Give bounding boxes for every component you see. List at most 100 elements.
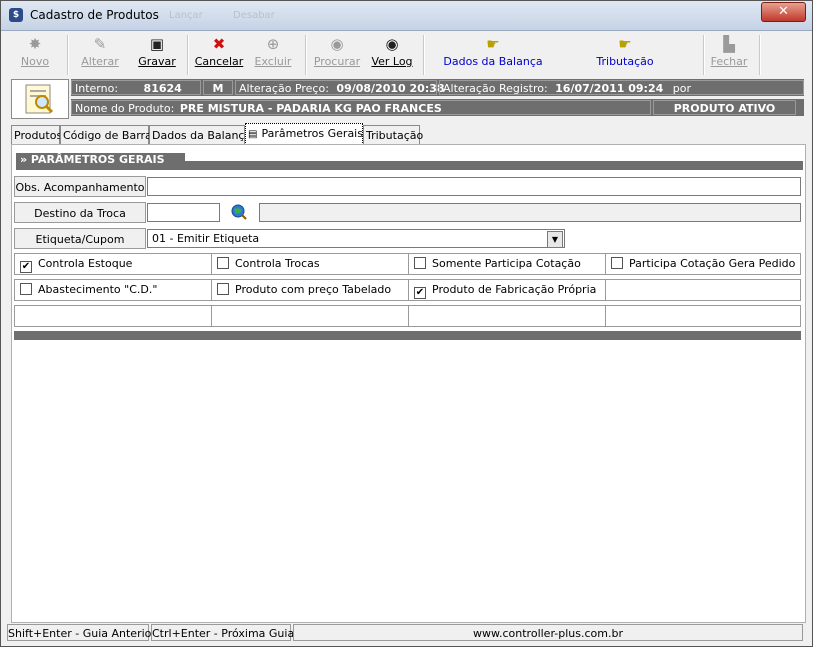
red-x-icon: ✖ bbox=[212, 35, 226, 53]
destino-troca-input[interactable] bbox=[147, 203, 220, 222]
alterar-label: Alterar bbox=[81, 55, 119, 68]
checkbox-label: Abastecimento "C.D." bbox=[38, 283, 158, 296]
star-burst-icon: ✸ bbox=[28, 35, 42, 53]
pointing-hand-icon: ☛ bbox=[618, 35, 632, 53]
tributacao-label: Tributação bbox=[596, 55, 654, 68]
excluir-button[interactable]: ⊕ Excluir bbox=[249, 33, 297, 77]
product-search-icon bbox=[11, 79, 69, 119]
empty-cell bbox=[409, 306, 606, 326]
fechar-button[interactable]: ▙ Fechar bbox=[705, 33, 753, 77]
interno-label: Interno: bbox=[75, 82, 119, 95]
checkbox-label: Controla Estoque bbox=[38, 257, 133, 270]
tab-parametros-gerais[interactable]: ▤ Parâmetros Gerais bbox=[245, 123, 363, 145]
exit-icon: ▙ bbox=[723, 35, 735, 53]
excluir-label: Excluir bbox=[254, 55, 292, 68]
gravar-button[interactable]: ▣ Gravar bbox=[131, 33, 183, 77]
prev-tab-hint: Shift+Enter - Guia Anterior bbox=[7, 624, 156, 641]
next-tab-hint: Ctrl+Enter - Próxima Guia bbox=[151, 624, 294, 641]
obs-acompanhamento-label: Obs. Acompanhamento bbox=[14, 176, 146, 197]
ver-log-button[interactable]: ◉ Ver Log bbox=[367, 33, 417, 77]
tipo-value: M bbox=[212, 82, 224, 95]
alteracao-preco-field: Alteração Preço: 09/08/2010 20:38 bbox=[235, 80, 445, 95]
checkbox-label: Produto com preço Tabelado bbox=[235, 283, 392, 296]
cancelar-label: Cancelar bbox=[194, 55, 244, 68]
app-logo-icon: $ bbox=[9, 8, 23, 22]
empty-cell bbox=[15, 306, 212, 326]
checkbox-label: Participa Cotação Gera Pedido bbox=[629, 257, 796, 270]
status-value: PRODUTO ATIVO bbox=[673, 102, 776, 115]
nome-produto-label: Nome do Produto: bbox=[75, 102, 175, 115]
interno-field: Interno: 81624 bbox=[71, 80, 201, 95]
section-title: » PARÂMETROS GERAIS bbox=[16, 153, 185, 167]
pointing-hand-icon: ☛ bbox=[486, 35, 500, 53]
globe-search-icon[interactable] bbox=[231, 204, 247, 220]
title-bar: $ Cadastro de Produtos Lançar Desabar ✕ bbox=[1, 1, 812, 31]
dados-balanca-button[interactable]: ☛ Dados da Balança bbox=[437, 33, 549, 77]
checkbox-label: Controla Trocas bbox=[235, 257, 320, 270]
tab-label: Código de Barras bbox=[63, 129, 158, 142]
gravar-label: Gravar bbox=[138, 55, 176, 68]
eye-icon: ◉ bbox=[385, 35, 399, 53]
checkbox-checked-icon: ✔ bbox=[20, 261, 32, 273]
participa-cotacao-gera-pedido-checkbox[interactable]: Participa Cotação Gera Pedido bbox=[606, 254, 800, 274]
produto-fabricacao-propria-checkbox[interactable]: ✔ Produto de Fabricação Própria bbox=[409, 280, 606, 300]
alteracao-registro-label: Alteração Registro: bbox=[443, 82, 548, 95]
website-label: www.controller-plus.com.br bbox=[293, 624, 803, 641]
alteracao-preco-label: Alteração Preço: bbox=[239, 82, 329, 95]
novo-button[interactable]: ✸ Novo bbox=[11, 33, 59, 77]
alteracao-registro-value: 16/07/2011 09:24 bbox=[555, 82, 664, 95]
alteracao-preco-value: 09/08/2010 20:38 bbox=[336, 82, 445, 95]
edit-icon: ✎ bbox=[93, 35, 107, 53]
checkbox-unchecked-icon bbox=[217, 283, 229, 295]
background-window-label: Lançar bbox=[169, 10, 203, 21]
checkbox-unchecked-icon bbox=[414, 257, 426, 269]
close-button[interactable]: ✕ bbox=[761, 2, 806, 22]
empty-cell bbox=[606, 280, 800, 300]
produto-preco-tabelado-checkbox[interactable]: Produto com preço Tabelado bbox=[212, 280, 409, 300]
tributacao-button[interactable]: ☛ Tributação bbox=[583, 33, 667, 77]
tab-label: Dados da Balança bbox=[152, 129, 252, 142]
checkbox-row-1: ✔ Controla Estoque Controla Trocas Soment… bbox=[14, 253, 801, 275]
obs-acompanhamento-input[interactable] bbox=[147, 177, 801, 196]
cancelar-button[interactable]: ✖ Cancelar bbox=[191, 33, 247, 77]
tab-tributacao[interactable]: Tributação bbox=[363, 125, 423, 144]
destino-troca-label: Destino da Troca bbox=[14, 202, 146, 223]
controla-trocas-checkbox[interactable]: Controla Trocas bbox=[212, 254, 409, 274]
etiqueta-cupom-value: 01 - Emitir Etiqueta bbox=[152, 232, 260, 245]
globe-search-icon: ◉ bbox=[330, 35, 344, 53]
header-row-2: Nome do Produto: PRE MISTURA - PADARIA K… bbox=[71, 99, 804, 116]
interno-value: 81624 bbox=[143, 82, 182, 95]
floppy-disk-icon: ▣ bbox=[149, 35, 165, 53]
procurar-label: Procurar bbox=[313, 55, 361, 68]
trash-icon: ⊕ bbox=[266, 35, 280, 53]
alterar-button[interactable]: ✎ Alterar bbox=[73, 33, 127, 77]
chevron-down-icon[interactable]: ▼ bbox=[547, 231, 563, 248]
tab-dados-balanca[interactable]: Dados da Balança bbox=[149, 125, 251, 144]
etiqueta-cupom-select[interactable]: 01 - Emitir Etiqueta ▼ bbox=[147, 229, 565, 248]
window-title: Cadastro de Produtos bbox=[30, 8, 159, 22]
abastecimento-cd-checkbox[interactable]: Abastecimento "C.D." bbox=[15, 280, 212, 300]
empty-cell bbox=[212, 306, 409, 326]
status-bar: Shift+Enter - Guia Anterior Ctrl+Enter -… bbox=[7, 624, 807, 641]
procurar-button[interactable]: ◉ Procurar bbox=[309, 33, 365, 77]
tab-codigo-barras[interactable]: Código de Barras bbox=[60, 125, 158, 144]
tab-produtos[interactable]: Produtos bbox=[11, 125, 63, 144]
novo-label: Novo bbox=[20, 55, 50, 68]
fechar-label: Fechar bbox=[710, 55, 748, 68]
ver-log-label: Ver Log bbox=[371, 55, 413, 68]
somente-participa-cotacao-checkbox[interactable]: Somente Participa Cotação bbox=[409, 254, 606, 274]
dados-balanca-label: Dados da Balança bbox=[443, 55, 543, 68]
empty-row bbox=[14, 305, 801, 327]
nome-produto-field: Nome do Produto: PRE MISTURA - PADARIA K… bbox=[71, 100, 651, 115]
background-window-label: Desabar bbox=[233, 10, 275, 21]
parametros-gerais-panel: » PARÂMETROS GERAIS Obs. Acompanhamento … bbox=[11, 144, 806, 623]
destino-troca-description bbox=[259, 203, 801, 222]
checkbox-unchecked-icon bbox=[20, 283, 32, 295]
controla-estoque-checkbox[interactable]: ✔ Controla Estoque bbox=[15, 254, 212, 274]
etiqueta-cupom-label: Etiqueta/Cupom bbox=[14, 228, 146, 249]
checkbox-unchecked-icon bbox=[611, 257, 623, 269]
checkbox-unchecked-icon bbox=[217, 257, 229, 269]
tab-label: Produtos bbox=[14, 129, 63, 142]
document-icon: ▤ bbox=[248, 129, 258, 140]
toolbar: ✸ Novo ✎ Alterar ▣ Gravar ✖ Cancelar ⊕ E… bbox=[7, 33, 805, 77]
